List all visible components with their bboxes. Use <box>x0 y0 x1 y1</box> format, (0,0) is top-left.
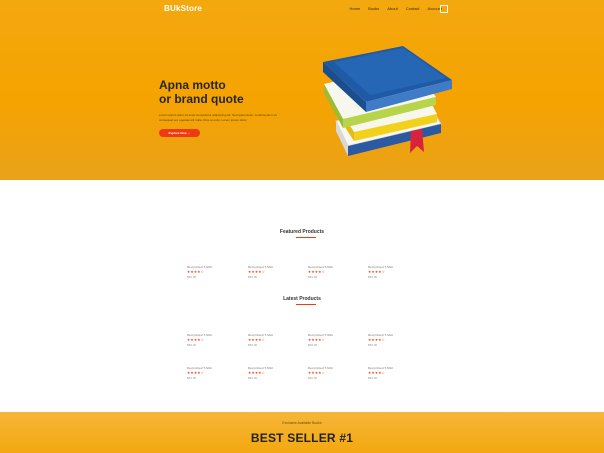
featured-product-card[interactable]: Red printed T-Shirt ★★★★☆ $50.00 <box>368 265 418 281</box>
product-name[interactable]: Red printed T-Shirt <box>308 366 358 370</box>
product-name[interactable]: Red printed T-Shirt <box>187 265 237 269</box>
latest-product-card[interactable]: Red printed T-Shirt ★★★★☆ $50.00 <box>248 366 298 382</box>
nav-books[interactable]: Books <box>368 6 379 11</box>
featured-products-title: Featured Products <box>279 229 325 235</box>
product-name[interactable]: Red printed T-Shirt <box>368 265 418 269</box>
latest-product-card[interactable]: Red printed T-Shirt ★★★★☆ $50.00 <box>308 333 358 349</box>
product-name[interactable]: Red printed T-Shirt <box>308 265 358 269</box>
rating-stars: ★★★★☆ <box>308 371 326 375</box>
latest-product-card[interactable]: Red printed T-Shirt ★★★★☆ $50.00 <box>187 366 237 382</box>
featured-product-card[interactable]: Red printed T-Shirt ★★★★☆ $50.00 <box>308 265 358 281</box>
latest-product-card[interactable]: Red printed T-Shirt ★★★★☆ $50.00 <box>187 333 237 349</box>
latest-product-card[interactable]: Red printed T-Shirt ★★★★☆ $50.00 <box>368 333 418 349</box>
featured-products-underline <box>296 237 316 238</box>
rating-stars: ★★★★☆ <box>308 270 326 274</box>
hero-banner: BUkStore Home Books About Contact Accoun… <box>0 0 604 180</box>
product-price: $50.00 <box>368 376 378 380</box>
product-price: $50.00 <box>308 275 318 279</box>
product-name[interactable]: Red printed T-Shirt <box>248 333 298 337</box>
site-logo[interactable]: BUkStore <box>164 4 202 13</box>
product-price: $50.00 <box>187 275 197 279</box>
latest-products-title: Latest Products <box>283 296 321 302</box>
product-price: $50.00 <box>368 275 378 279</box>
rating-stars: ★★★★☆ <box>187 270 205 274</box>
rating-stars: ★★★★☆ <box>248 270 266 274</box>
product-name[interactable]: Red printed T-Shirt <box>187 333 237 337</box>
product-name[interactable]: Red printed T-Shirt <box>308 333 358 337</box>
top-navigation: BUkStore Home Books About Contact Accoun… <box>0 0 604 18</box>
product-price: $50.00 <box>248 343 258 347</box>
product-name[interactable]: Red printed T-Shirt <box>248 366 298 370</box>
rating-stars: ★★★★☆ <box>368 270 386 274</box>
rating-stars: ★★★★☆ <box>248 371 266 375</box>
rating-stars: ★★★★☆ <box>248 338 266 342</box>
nav-about[interactable]: About <box>387 6 397 11</box>
product-price: $50.00 <box>308 376 318 380</box>
latest-products-underline <box>296 304 316 305</box>
rating-stars: ★★★★☆ <box>368 338 386 342</box>
latest-product-card[interactable]: Red printed T-Shirt ★★★★☆ $50.00 <box>248 333 298 349</box>
product-price: $50.00 <box>248 376 258 380</box>
hero-headline: Apna motto or brand quote <box>159 78 244 106</box>
best-seller-title: BEST SELLER #1 <box>250 431 354 445</box>
books-illustration <box>323 46 452 156</box>
product-price: $50.00 <box>187 343 197 347</box>
featured-product-card[interactable]: Red printed T-Shirt ★★★★☆ $50.00 <box>248 265 298 281</box>
explore-now-button[interactable]: Explore Now → <box>159 129 200 137</box>
nav-menu: Home Books About Contact Account <box>350 6 443 11</box>
exclusive-books-label: Exclusive Available Books <box>282 421 322 425</box>
nav-home[interactable]: Home <box>350 6 361 11</box>
product-name[interactable]: Red printed T-Shirt <box>248 265 298 269</box>
hero-lede: Lorem ipsum dolor sit amet consectetur a… <box>159 113 277 122</box>
latest-product-card[interactable]: Red printed T-Shirt ★★★★☆ $50.00 <box>308 366 358 382</box>
nav-contact[interactable]: Contact <box>406 6 420 11</box>
product-price: $50.00 <box>187 376 197 380</box>
product-name[interactable]: Red printed T-Shirt <box>368 333 418 337</box>
product-name[interactable]: Red printed T-Shirt <box>368 366 418 370</box>
rating-stars: ★★★★☆ <box>187 338 205 342</box>
rating-stars: ★★★★☆ <box>187 371 205 375</box>
latest-product-card[interactable]: Red printed T-Shirt ★★★★☆ $50.00 <box>368 366 418 382</box>
product-price: $50.00 <box>368 343 378 347</box>
product-name[interactable]: Red printed T-Shirt <box>187 366 237 370</box>
product-price: $50.00 <box>308 343 318 347</box>
product-price: $50.00 <box>248 275 258 279</box>
rating-stars: ★★★★☆ <box>368 371 386 375</box>
rating-stars: ★★★★☆ <box>308 338 326 342</box>
cart-icon[interactable] <box>440 5 448 13</box>
featured-product-card[interactable]: Red printed T-Shirt ★★★★☆ $50.00 <box>187 265 237 281</box>
